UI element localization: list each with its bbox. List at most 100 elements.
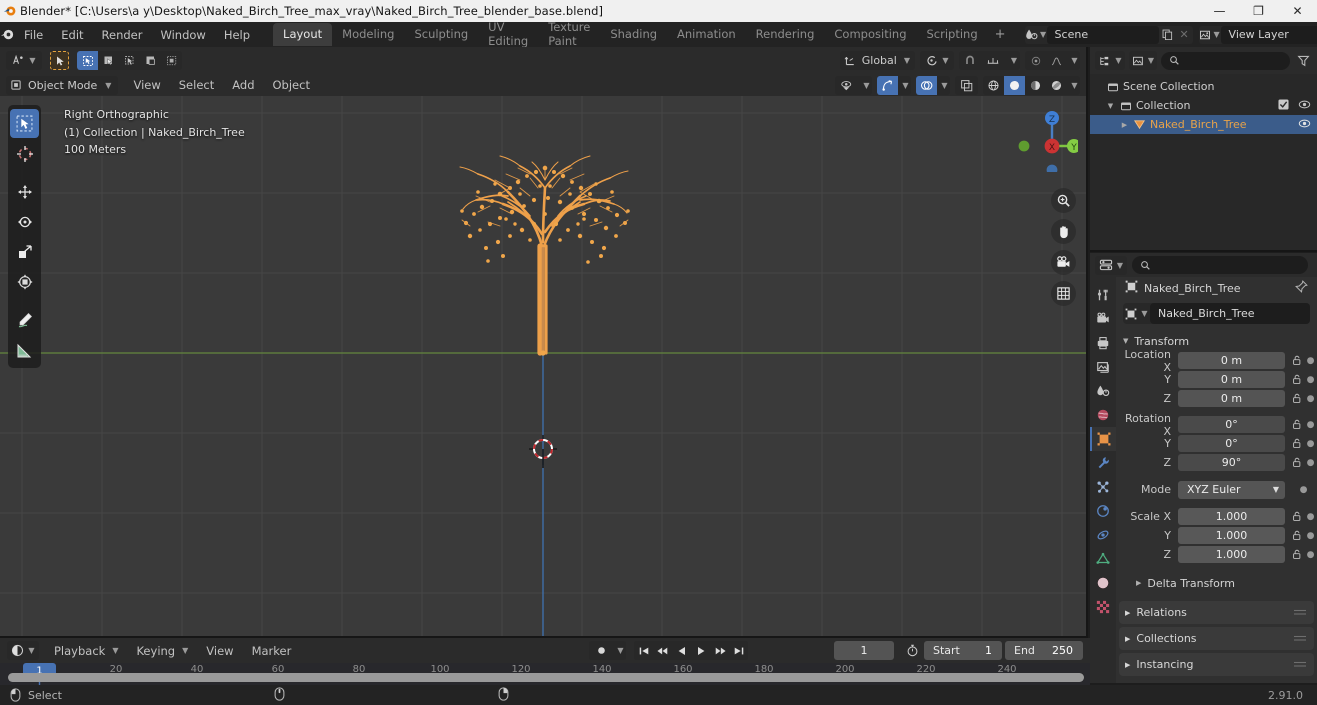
jump-to-end-button[interactable] xyxy=(729,641,748,660)
navigation-gizmo[interactable]: Z X Y xyxy=(1006,100,1078,172)
unlink-scene-button[interactable]: ✕ xyxy=(1176,26,1193,44)
tool-transform[interactable] xyxy=(10,267,39,296)
properties-tab-object-data[interactable] xyxy=(1090,547,1116,571)
shading-wireframe-icon[interactable] xyxy=(983,76,1004,95)
close-button[interactable]: ✕ xyxy=(1278,0,1317,22)
lock-icon[interactable] xyxy=(1290,419,1304,430)
play-button[interactable] xyxy=(691,641,710,660)
editor-type-selector[interactable]: ▼ xyxy=(6,51,42,70)
scene-name-field[interactable]: Scene xyxy=(1046,25,1159,44)
editor-divider-horizontal-bottom[interactable] xyxy=(0,636,1086,638)
outliner-display-mode-icon[interactable]: ▼ xyxy=(1129,51,1157,70)
camera-icon[interactable] xyxy=(1051,250,1076,275)
object-type-icon[interactable]: ▼ xyxy=(1123,308,1150,320)
tab-scripting[interactable]: Scripting xyxy=(917,23,988,46)
lock-icon[interactable] xyxy=(1290,530,1304,541)
add-workspace-button[interactable]: + xyxy=(988,25,1013,44)
object-name-field[interactable]: Naked_Birch_Tree xyxy=(1150,303,1310,324)
next-keyframe-button[interactable] xyxy=(710,641,729,660)
animate-property-dot[interactable]: ● xyxy=(1304,420,1317,430)
menu-window[interactable]: Window xyxy=(151,26,214,44)
prev-keyframe-button[interactable] xyxy=(653,641,672,660)
viewport-menu-add[interactable]: Add xyxy=(223,76,263,94)
properties-tab-tool[interactable] xyxy=(1090,283,1116,307)
snap-increment-icon[interactable] xyxy=(980,51,1006,70)
timeline-menu-playback[interactable]: Playback ▼ xyxy=(45,642,127,660)
animate-property-dot[interactable]: ● xyxy=(1304,375,1317,385)
blender-menu-icon[interactable] xyxy=(0,27,15,42)
scale-y-field[interactable]: 1.000 xyxy=(1178,527,1285,544)
outliner-row-naked-birch-tree[interactable]: ▶ Naked_Birch_Tree xyxy=(1090,115,1317,134)
tool-cursor[interactable] xyxy=(10,139,39,168)
transform-orientation-dropdown[interactable]: Global ▼ xyxy=(839,51,915,70)
instancing-panel[interactable]: ▶ Instancing xyxy=(1119,653,1314,676)
maximize-button[interactable]: ❐ xyxy=(1239,0,1278,22)
tool-measure[interactable] xyxy=(10,335,39,364)
tool-move[interactable] xyxy=(10,177,39,206)
disclosure-triangle-icon[interactable]: ▼ xyxy=(1104,102,1117,110)
select-set-icon[interactable] xyxy=(77,51,98,70)
select-extend-icon[interactable] xyxy=(98,51,119,70)
outliner-search-input[interactable] xyxy=(1161,51,1290,70)
properties-tab-physics[interactable] xyxy=(1090,499,1116,523)
select-invert-icon[interactable] xyxy=(140,51,161,70)
scale-x-field[interactable]: 1.000 xyxy=(1178,508,1285,525)
menu-help[interactable]: Help xyxy=(215,26,259,44)
jump-to-start-button[interactable] xyxy=(634,641,653,660)
viewport-menu-object[interactable]: Object xyxy=(264,76,319,94)
editor-divider-horizontal-right[interactable] xyxy=(1090,250,1317,252)
active-tool-tweak-icon[interactable] xyxy=(50,51,69,70)
current-frame-field[interactable]: 1 xyxy=(834,641,894,660)
collections-panel[interactable]: ▶ Collections xyxy=(1119,627,1314,650)
pin-icon[interactable] xyxy=(1295,280,1308,296)
object-visibility-icon[interactable] xyxy=(835,76,859,95)
pivot-point-dropdown[interactable]: ▼ xyxy=(920,51,954,70)
tool-tweak-select[interactable] xyxy=(10,109,39,138)
shading-rendered-icon[interactable] xyxy=(1046,76,1067,95)
lock-icon[interactable] xyxy=(1290,457,1304,468)
tab-animation[interactable]: Animation xyxy=(667,23,746,46)
properties-tab-object[interactable] xyxy=(1090,427,1116,451)
tab-shading[interactable]: Shading xyxy=(600,23,667,46)
shading-material-preview-icon[interactable] xyxy=(1025,76,1046,95)
properties-tab-texture[interactable] xyxy=(1090,595,1116,619)
start-frame-field[interactable]: Start 1 xyxy=(924,641,1002,660)
properties-tab-world[interactable] xyxy=(1090,403,1116,427)
tab-compositing[interactable]: Compositing xyxy=(824,23,916,46)
shading-solid-icon[interactable] xyxy=(1004,75,1025,95)
auto-keying-chevron-icon[interactable]: ▼ xyxy=(615,646,623,655)
properties-tab-scene[interactable] xyxy=(1090,379,1116,403)
tool-rotate[interactable] xyxy=(10,207,39,236)
3d-viewport[interactable]: Right Orthographic (1) Collection | Nake… xyxy=(0,96,1086,638)
properties-search-input[interactable] xyxy=(1132,256,1308,274)
exclude-checkbox[interactable] xyxy=(1278,98,1289,113)
properties-tab-material[interactable] xyxy=(1090,571,1116,595)
relations-panel[interactable]: ▶ Relations xyxy=(1119,601,1314,624)
outliner[interactable]: Scene Collection ▼ Collection ▶ Naked_Bi… xyxy=(1090,74,1317,250)
delta-transform-subpanel[interactable]: ▶ Delta Transform xyxy=(1116,573,1317,593)
animate-property-dot[interactable]: ● xyxy=(1304,512,1317,522)
view-layer-name-field[interactable]: View Layer xyxy=(1220,25,1317,44)
snap-dropdown-chevron-icon[interactable]: ▼ xyxy=(1009,56,1017,65)
select-intersect-icon[interactable] xyxy=(161,51,182,70)
tool-annotate[interactable] xyxy=(10,305,39,334)
grid-ortho-icon[interactable] xyxy=(1051,281,1076,306)
outliner-row-scene-collection[interactable]: Scene Collection xyxy=(1090,77,1317,96)
timeline-horizontal-scrollbar[interactable] xyxy=(8,673,1084,682)
disclosure-triangle-icon[interactable]: ▶ xyxy=(1118,121,1131,129)
hide-eye-icon[interactable] xyxy=(1298,118,1311,132)
proportional-edit-icon[interactable] xyxy=(1025,51,1046,70)
properties-panel[interactable]: Naked_Birch_Tree ▼ Naked_Birch_Tree ▼ Tr… xyxy=(1116,277,1317,683)
lock-icon[interactable] xyxy=(1290,549,1304,560)
play-reverse-button[interactable] xyxy=(672,641,691,660)
animate-property-dot[interactable]: ● xyxy=(1304,439,1317,449)
scene-icon[interactable]: ▼ xyxy=(1025,28,1047,41)
timeline-menu-keying[interactable]: Keying ▼ xyxy=(127,642,197,660)
properties-tab-render[interactable] xyxy=(1090,307,1116,331)
menu-render[interactable]: Render xyxy=(93,26,152,44)
show-gizmo-icon[interactable] xyxy=(877,75,898,95)
snap-magnet-icon[interactable] xyxy=(959,51,980,70)
tab-modeling[interactable]: Modeling xyxy=(332,23,404,46)
show-overlays-icon[interactable] xyxy=(916,75,937,95)
timeline-ruler-area[interactable]: 1 20 40 60 80 100 120 140 160 180 200 22… xyxy=(0,663,1090,685)
